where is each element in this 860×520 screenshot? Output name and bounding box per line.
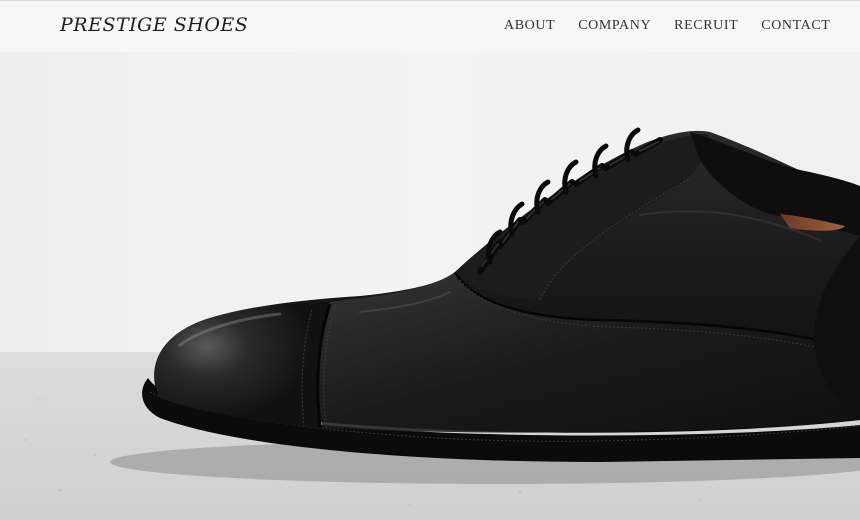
- nav-link-company[interactable]: COMPANY: [578, 18, 651, 34]
- site-header: PRESTIGE SHOES ABOUT COMPANY RECRUIT CON…: [0, 0, 860, 52]
- main-nav: ABOUT COMPANY RECRUIT CONTACT: [504, 18, 830, 34]
- nav-link-recruit[interactable]: RECRUIT: [674, 18, 738, 34]
- site-logo[interactable]: PRESTIGE SHOES: [60, 14, 248, 36]
- nav-link-contact[interactable]: CONTACT: [761, 18, 830, 34]
- hero-banner: [0, 52, 860, 520]
- nav-link-about[interactable]: ABOUT: [504, 18, 555, 34]
- hero-shoe-image: [0, 52, 860, 520]
